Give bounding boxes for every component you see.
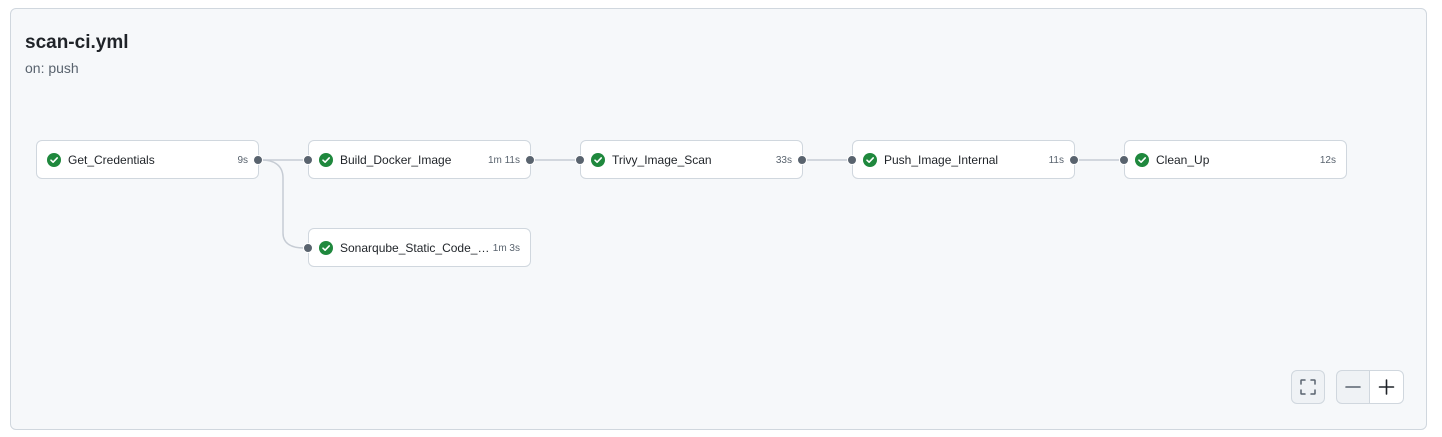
workflow-trigger: on: push: [25, 60, 79, 76]
job-output-port: [797, 154, 807, 165]
job-card-push-image-internal[interactable]: Push_Image_Internal 11s: [852, 140, 1075, 179]
check-circle-icon: [47, 153, 61, 167]
job-duration: 12s: [1319, 155, 1336, 166]
job-name: Clean_Up: [1156, 153, 1210, 167]
fullscreen-button[interactable]: [1291, 370, 1325, 404]
job-duration: 33s: [775, 155, 792, 166]
job-input-port: [302, 242, 313, 253]
job-card-clean-up[interactable]: Clean_Up 12s: [1124, 140, 1347, 179]
check-circle-icon: [591, 153, 605, 167]
job-card-get-credentials[interactable]: Get_Credentials 9s: [36, 140, 259, 179]
check-circle-icon: [319, 241, 333, 255]
workflow-graph-panel: [10, 8, 1427, 430]
check-circle-icon: [863, 153, 877, 167]
job-name: Get_Credentials: [68, 153, 155, 167]
job-name: Sonarqube_Static_Code_A...: [340, 241, 495, 255]
check-circle-icon: [1135, 153, 1149, 167]
minus-icon: [1345, 386, 1361, 388]
job-output-port: [253, 154, 263, 165]
job-name: Push_Image_Internal: [884, 153, 999, 167]
zoom-out-button[interactable]: [1336, 370, 1370, 404]
check-circle-icon: [319, 153, 333, 167]
job-input-port: [302, 154, 313, 165]
job-duration: 11s: [1048, 155, 1064, 166]
job-card-trivy-image-scan[interactable]: Trivy_Image_Scan 33s: [580, 140, 803, 179]
job-output-port: [1069, 154, 1079, 165]
job-input-port: [846, 154, 857, 165]
job-card-sonarqube-static-code-analysis[interactable]: Sonarqube_Static_Code_A... 1m 3s: [308, 228, 531, 267]
job-name: Build_Docker_Image: [340, 153, 452, 167]
job-input-port: [1118, 154, 1129, 165]
job-duration: 1m 3s: [492, 243, 520, 254]
job-name: Trivy_Image_Scan: [612, 153, 712, 167]
fullscreen-icon: [1300, 379, 1316, 395]
workflow-title: scan-ci.yml: [25, 32, 129, 53]
job-output-port: [525, 154, 535, 165]
job-card-build-docker-image[interactable]: Build_Docker_Image 1m 11s: [308, 140, 531, 179]
job-duration: 1m 11s: [487, 155, 520, 166]
zoom-in-button[interactable]: [1369, 370, 1404, 404]
plus-icon: [1378, 379, 1395, 395]
job-input-port: [574, 154, 585, 165]
job-duration: 9s: [237, 155, 248, 166]
